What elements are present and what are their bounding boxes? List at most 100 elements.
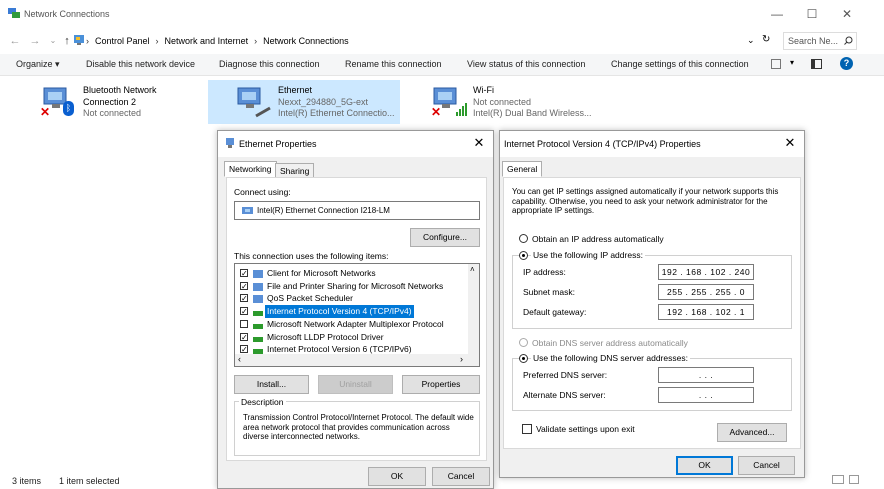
dialog-titlebar: Ethernet Properties ✕ <box>218 131 493 157</box>
list-item-label: Microsoft Network Adapter Multiplexor Pr… <box>267 318 444 329</box>
scroll-up-icon[interactable]: ˄ <box>470 265 475 274</box>
connection-name: Bluetooth Network <box>83 85 157 95</box>
connection-network: Nexxt_294880_5G-ext <box>278 96 369 107</box>
ok-button[interactable]: OK <box>368 467 426 486</box>
scroll-left-icon[interactable]: ‹ <box>238 354 241 364</box>
alternate-dns-field[interactable]: . . . <box>658 387 754 403</box>
list-item[interactable]: ✓ Internet Protocol Version 4 (TCP/IPv4) <box>238 305 466 319</box>
adapter-icon <box>242 207 253 214</box>
general-panel: You can get IP settings assigned automat… <box>503 177 801 449</box>
item-checkbox[interactable] <box>240 319 248 328</box>
intro-text: You can get IP settings assigned automat… <box>512 187 779 215</box>
subnet-mask-field[interactable]: 255 . 255 . 255 . 0 <box>658 284 754 300</box>
use-following-dns-radio[interactable] <box>519 354 528 363</box>
change-settings-button[interactable]: Change settings of this connection <box>611 59 749 69</box>
obtain-ip-auto-radio[interactable] <box>519 234 528 243</box>
item-checkbox[interactable]: ✓ <box>240 269 248 278</box>
static-dns-group: Use the following DNS server addresses: … <box>512 353 792 411</box>
dialog-close-button[interactable]: ✕ <box>782 135 798 151</box>
protocol-icon <box>253 323 263 329</box>
maximize-button[interactable]: ☐ <box>796 4 828 24</box>
diagnose-connection-button[interactable]: Diagnose this connection <box>219 59 320 69</box>
help-icon[interactable]: ? <box>840 57 853 70</box>
configure-button[interactable]: Configure... <box>410 228 480 247</box>
close-button[interactable]: ✕ <box>831 4 863 24</box>
uninstall-button[interactable]: Uninstall <box>318 375 393 394</box>
item-checkbox[interactable]: ✓ <box>240 294 248 303</box>
dialog-title: Internet Protocol Version 4 (TCP/IPv4) P… <box>504 139 701 149</box>
breadcrumb-control-panel[interactable]: Control Panel <box>95 36 150 46</box>
ethernet-properties-dialog: Ethernet Properties ✕ Networking Sharing… <box>217 130 494 489</box>
connection-name-cont: Connection 2 <box>83 96 137 107</box>
cancel-button[interactable]: Cancel <box>738 456 795 475</box>
address-bar: ← → ⌄ ↑ › Control Panel › Network and In… <box>0 30 884 52</box>
list-item[interactable]: ✓ QoS Packet Scheduler <box>238 292 466 305</box>
view-status-button[interactable]: View status of this connection <box>467 59 585 69</box>
dialog-titlebar: Internet Protocol Version 4 (TCP/IPv4) P… <box>500 131 804 157</box>
service-icon <box>253 270 263 278</box>
details-view-icon[interactable] <box>832 475 844 484</box>
disconnected-x-icon: ✕ <box>40 105 51 119</box>
preferred-dns-field[interactable]: . . . <box>658 367 754 383</box>
address-dropdown-icon[interactable]: ⌄ <box>747 35 755 46</box>
ok-button[interactable]: OK <box>676 456 733 475</box>
components-list[interactable]: ✓ Client for Microsoft Networks ✓ File and … <box>234 263 480 367</box>
validate-checkbox[interactable] <box>522 424 532 434</box>
forward-arrow-icon[interactable]: → <box>28 34 42 48</box>
list-item[interactable]: Microsoft Network Adapter Multiplexor Pr… <box>238 318 466 331</box>
properties-button[interactable]: Properties <box>402 375 480 394</box>
connect-using-label: Connect using: <box>234 187 291 197</box>
window-title: Network Connections <box>24 9 110 19</box>
organize-menu[interactable]: Organize ▾ <box>16 59 60 70</box>
recent-chevron-icon[interactable]: ⌄ <box>46 34 60 48</box>
install-button[interactable]: Install... <box>234 375 309 394</box>
connection-item-ethernet[interactable]: Ethernet Nexxt_294880_5G-ext Intel(R) Et… <box>208 80 400 124</box>
list-item-label: Internet Protocol Version 4 (TCP/IPv4) <box>265 305 414 319</box>
breadcrumb-network-and-internet[interactable]: Network and Internet <box>165 36 249 46</box>
dialog-close-button[interactable]: ✕ <box>471 135 487 151</box>
alternate-dns-label: Alternate DNS server: <box>523 390 606 400</box>
back-arrow-icon[interactable]: ← <box>8 34 22 48</box>
tab-general[interactable]: General <box>502 161 543 177</box>
description-group: Description Transmission Control Protoco… <box>234 397 480 456</box>
large-icons-view-icon[interactable] <box>849 475 859 484</box>
disable-device-button[interactable]: Disable this network device <box>86 59 195 69</box>
item-checkbox[interactable]: ✓ <box>240 345 248 354</box>
breadcrumb-network-connections[interactable]: Network Connections <box>263 36 349 46</box>
obtain-dns-auto-radio[interactable] <box>519 338 528 347</box>
list-item[interactable]: ✓ Microsoft LLDP Protocol Driver <box>238 331 466 344</box>
items-count: 3 items <box>12 476 42 486</box>
breadcrumb-separator-icon: › <box>254 36 258 46</box>
connection-item-bluetooth[interactable]: ✕ ᛒ Bluetooth Network Connection 2 Not c… <box>38 80 188 124</box>
item-checkbox[interactable]: ✓ <box>240 281 248 290</box>
networking-panel: Connect using: Intel(R) Ethernet Connect… <box>226 177 487 461</box>
disconnected-x-icon: ✕ <box>431 105 442 119</box>
horizontal-scrollbar[interactable]: ‹ › <box>235 354 479 366</box>
adapter-name: Intel(R) Ethernet Connection I218-LM <box>257 206 390 215</box>
connection-item-wifi[interactable]: ✕ Wi-Fi Not connected Intel(R) Dual Band… <box>428 80 618 124</box>
rename-connection-button[interactable]: Rename this connection <box>345 59 442 69</box>
list-item[interactable]: ✓ File and Printer Sharing for Microsoft … <box>238 280 466 293</box>
list-item[interactable]: ✓ Client for Microsoft Networks <box>238 267 466 280</box>
minimize-button[interactable]: — <box>761 4 793 24</box>
advanced-button[interactable]: Advanced... <box>717 423 787 442</box>
description-label: Description <box>239 397 286 407</box>
vertical-scrollbar[interactable]: ˄ <box>468 264 479 354</box>
refresh-icon[interactable]: ↻ <box>762 34 770 45</box>
control-panel-icon <box>74 35 84 45</box>
default-gateway-field[interactable]: 192 . 168 . 102 . 1 <box>658 304 754 320</box>
view-options-icon[interactable] <box>771 59 781 69</box>
item-checkbox[interactable]: ✓ <box>240 332 248 341</box>
tab-networking[interactable]: Networking <box>224 161 277 177</box>
ip-address-label: IP address: <box>523 267 566 277</box>
cancel-button[interactable]: Cancel <box>432 467 490 486</box>
dialog-title: Ethernet Properties <box>239 139 317 149</box>
up-arrow-icon[interactable]: ↑ <box>60 34 74 48</box>
scroll-right-icon[interactable]: › <box>460 354 463 364</box>
ip-address-field[interactable]: 192 . 168 . 102 . 240 <box>658 264 754 280</box>
preview-pane-icon[interactable] <box>811 59 822 69</box>
view-dropdown-icon[interactable]: ▾ <box>790 58 794 67</box>
connection-adapter: Intel(R) Dual Band Wireless... <box>473 108 592 118</box>
use-following-ip-radio[interactable] <box>519 251 528 260</box>
item-checkbox[interactable]: ✓ <box>240 307 248 316</box>
